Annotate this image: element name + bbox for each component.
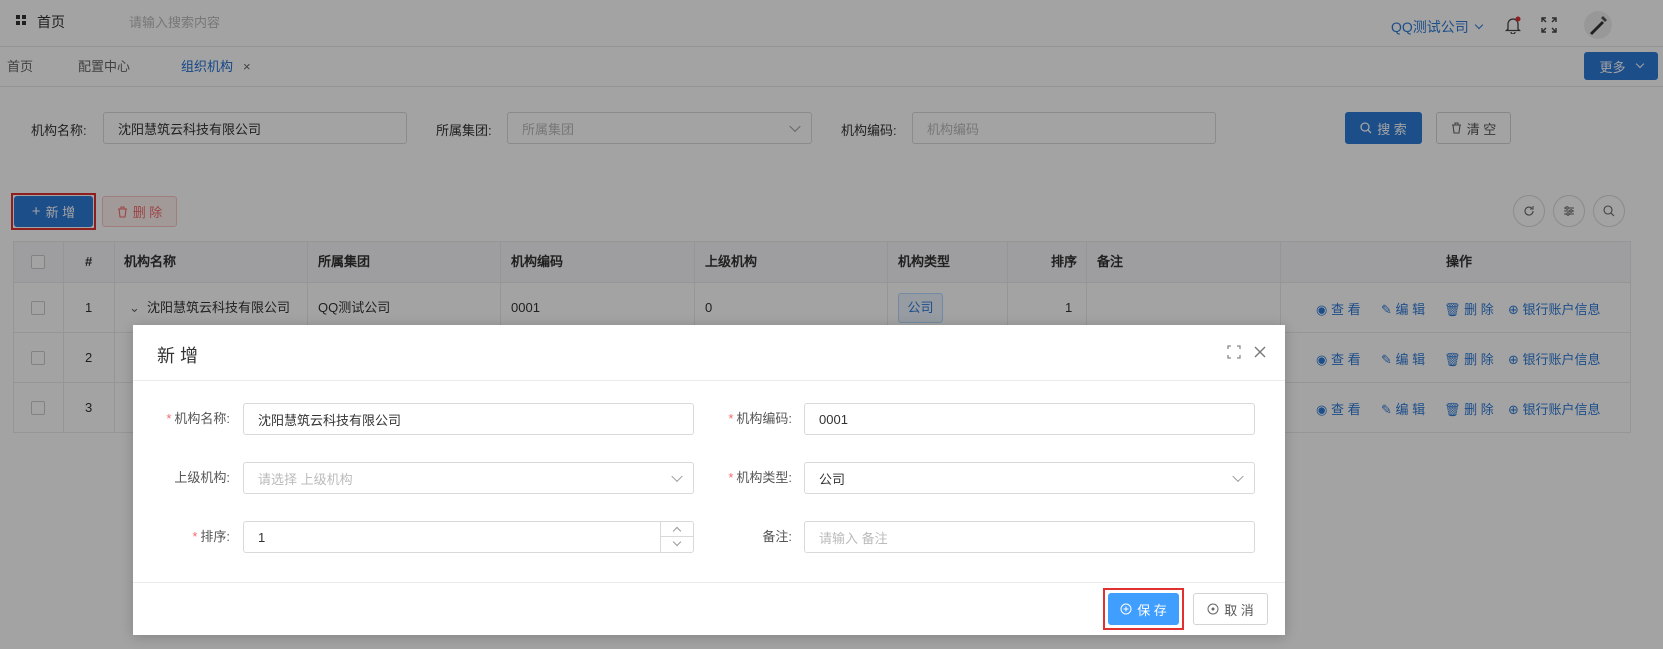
close-icon[interactable] [1253,345,1267,359]
sort-field-label-text: 排序: [200,529,230,544]
code-field-value: 0001 [819,411,848,427]
code-field-label-text: 机构编码: [736,411,792,426]
cancel-circle-icon [1207,603,1219,615]
sort-field-label: * 排序: [133,521,230,553]
type-field-value: 公司 [819,471,846,487]
name-field-label: * 机构名称: [133,403,230,435]
type-field-label: * 机构类型: [693,462,792,494]
stepper-up-icon[interactable] [661,522,693,537]
dialog-footer-divider [133,582,1285,583]
remark-field-placeholder: 请输入 备注 [819,530,888,546]
dialog-title: 新 增 [157,346,199,366]
name-field-input[interactable]: 沈阳慧筑云科技有限公司 [243,403,694,435]
parent-field-label: 上级机构: [174,470,230,485]
name-field-value: 沈阳慧筑云科技有限公司 [258,412,402,428]
required-mark: * [728,470,734,485]
type-field-label-text: 机构类型: [736,470,792,485]
remark-field-input[interactable]: 请输入 备注 [804,521,1255,553]
chevron-down-icon [671,470,683,483]
stepper-down-icon[interactable] [661,537,693,551]
maximize-icon[interactable] [1227,345,1241,359]
type-field-select[interactable]: 公司 [804,462,1255,494]
chevron-down-icon [1232,470,1244,483]
dialog-header [133,325,1285,381]
cancel-button-label: 取 消 [1224,602,1254,618]
remark-field-label: 备注: [762,529,792,544]
sort-field-stepper[interactable]: 1 [243,521,694,553]
cancel-button[interactable]: 取 消 [1193,593,1268,625]
code-field-input[interactable]: 0001 [804,403,1255,435]
required-mark: * [728,411,734,426]
stepper-controls [660,522,693,552]
sort-field-value: 1 [258,529,266,545]
parent-field-select[interactable]: 请选择 上级机构 [243,462,694,494]
code-field-label: * 机构编码: [693,403,792,435]
required-mark: * [166,411,172,426]
parent-field-placeholder: 请选择 上级机构 [258,471,353,487]
name-field-label-text: 机构名称: [174,411,230,426]
save-button-highlight [1103,588,1184,630]
add-organization-dialog: 新 增 * 机构名称: 沈阳慧筑云科技有限公司 * 机构编码: 0001 上级机构:… [133,325,1285,635]
required-mark: * [192,529,198,544]
